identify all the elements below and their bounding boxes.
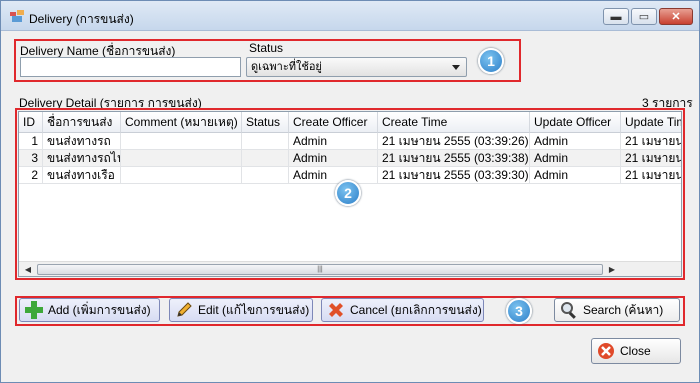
cell-update-time: 21 เมษายน xyxy=(621,133,681,150)
plus-icon xyxy=(24,300,44,320)
add-button[interactable]: Add (เพิ่มการขนส่ง) xyxy=(19,298,160,322)
cell-name: ขนส่งทางรถไฟ xyxy=(43,150,121,167)
delivery-window: Delivery (การขนส่ง) ▬ ▭ ✕ Delivery Name … xyxy=(0,0,700,383)
badge-3: 3 xyxy=(506,298,532,324)
close-window-button[interactable]: ✕ xyxy=(659,8,693,25)
cancel-button-label: Cancel (ยกเลิกการขนส่ง) xyxy=(350,302,482,317)
cell-name: ขนส่งทางเรือ xyxy=(43,167,121,184)
column-header-update-time[interactable]: Update Time xyxy=(621,112,681,133)
window-title: Delivery (การขนส่ง) xyxy=(29,12,134,26)
table-row[interactable]: 1 ขนส่งทางรถ Admin 21 เมษายน 2555 (03:39… xyxy=(19,133,681,150)
column-header-status[interactable]: Status xyxy=(242,112,289,133)
cell-create-officer: Admin xyxy=(289,133,378,150)
cell-id: 1 xyxy=(19,133,43,150)
delivery-name-input[interactable] xyxy=(20,57,241,77)
cell-update-officer: Admin xyxy=(530,167,621,184)
edit-button[interactable]: Edit (แก้ไขการขนส่ง) xyxy=(169,298,313,322)
cell-status xyxy=(242,150,289,167)
edit-button-label: Edit (แก้ไขการขนส่ง) xyxy=(198,302,310,317)
column-header-create-officer[interactable]: Create Officer xyxy=(289,112,378,133)
cell-comment xyxy=(121,167,242,184)
maximize-icon: ▭ xyxy=(638,11,650,23)
cell-id: 2 xyxy=(19,167,43,184)
badge-2: 2 xyxy=(335,180,361,206)
cell-comment xyxy=(121,133,242,150)
app-icon xyxy=(10,10,24,22)
badge-1: 1 xyxy=(478,48,504,74)
cell-name: ขนส่งทางรถ xyxy=(43,133,121,150)
cell-status xyxy=(242,167,289,184)
cell-create-time: 21 เมษายน 2555 (03:39:26) xyxy=(378,133,530,150)
cell-create-officer: Admin xyxy=(289,167,378,184)
horizontal-scrollbar[interactable]: ◀ ||| ▶ xyxy=(19,261,681,276)
table-row[interactable]: 3 ขนส่งทางรถไฟ Admin 21 เมษายน 2555 (03:… xyxy=(19,150,681,167)
minimize-icon: ▬ xyxy=(610,10,622,23)
search-button[interactable]: Search (ค้นหา) xyxy=(554,298,680,322)
close-button-label: Close xyxy=(620,344,651,358)
close-circle-icon xyxy=(596,341,616,361)
column-header-name[interactable]: ชื่อการขนส่ง xyxy=(43,112,121,133)
column-header-comment[interactable]: Comment (หมายเหตุ) xyxy=(121,112,242,133)
close-button[interactable]: Close xyxy=(591,338,681,364)
title-bar: Delivery (การขนส่ง) ▬ ▭ ✕ xyxy=(1,1,699,31)
cell-create-time: 21 เมษายน 2555 (03:39:38) xyxy=(378,150,530,167)
scrollbar-thumb[interactable]: ||| xyxy=(37,264,603,275)
cell-create-time: 21 เมษายน 2555 (03:39:30) xyxy=(378,167,530,184)
column-header-id[interactable]: ID xyxy=(19,112,43,133)
column-header-update-officer[interactable]: Update Officer xyxy=(530,112,621,133)
cell-update-time: 21 เมษายน xyxy=(621,150,681,167)
cell-update-time: 21 เมษายน xyxy=(621,167,681,184)
maximize-button[interactable]: ▭ xyxy=(631,8,657,25)
cell-update-officer: Admin xyxy=(530,150,621,167)
column-header-create-time[interactable]: Create Time xyxy=(378,112,530,133)
cell-comment xyxy=(121,150,242,167)
cell-create-officer: Admin xyxy=(289,150,378,167)
scroll-left-icon[interactable]: ◀ xyxy=(21,263,35,276)
close-icon: ✕ xyxy=(671,11,681,23)
add-button-label: Add (เพิ่มการขนส่ง) xyxy=(48,302,151,317)
minimize-button[interactable]: ▬ xyxy=(603,8,629,25)
chevron-down-icon xyxy=(452,65,460,70)
cell-update-officer: Admin xyxy=(530,133,621,150)
search-icon xyxy=(559,300,579,320)
status-select[interactable]: ดูเฉพาะที่ใช้อยู่ xyxy=(246,57,467,77)
status-label: Status xyxy=(249,41,284,55)
search-button-label: Search (ค้นหา) xyxy=(583,302,664,317)
cancel-button[interactable]: Cancel (ยกเลิกการขนส่ง) xyxy=(321,298,484,322)
pencil-icon xyxy=(174,300,194,320)
status-selected-value: ดูเฉพาะที่ใช้อยู่ xyxy=(251,61,322,73)
cell-id: 3 xyxy=(19,150,43,167)
scroll-right-icon[interactable]: ▶ xyxy=(605,263,619,276)
cell-status xyxy=(242,133,289,150)
x-icon xyxy=(326,300,346,320)
